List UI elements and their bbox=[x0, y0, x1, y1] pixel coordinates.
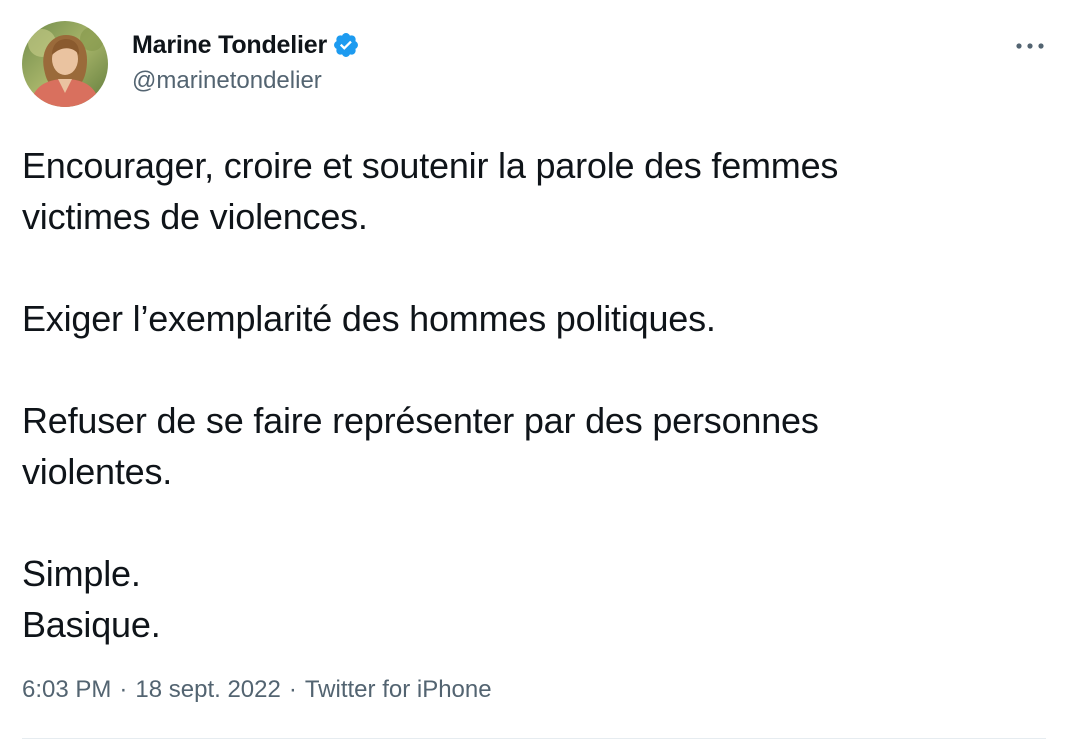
tweet-source[interactable]: Twitter for iPhone bbox=[305, 676, 492, 703]
meta-separator: · bbox=[288, 676, 297, 703]
meta-separator: · bbox=[119, 676, 128, 703]
tweet-time[interactable]: 6:03 PM bbox=[22, 676, 111, 703]
user-handle[interactable]: @marinetondelier bbox=[132, 67, 360, 95]
tweet-date[interactable]: 18 sept. 2022 bbox=[135, 676, 280, 703]
tweet-text: Encourager, croire et soutenir la parole… bbox=[22, 145, 839, 645]
more-options-button[interactable] bbox=[1008, 28, 1052, 64]
author-block: Marine Tondelier @marinetondelier bbox=[132, 29, 360, 95]
tweet-card: Marine Tondelier @marinetondelier Encour… bbox=[0, 0, 1068, 744]
tweet-meta: 6:03 PM · 18 sept. 2022 · Twitter for iPhone bbox=[22, 676, 492, 704]
name-row: Marine Tondelier bbox=[132, 29, 360, 61]
verified-badge-icon bbox=[332, 31, 360, 59]
profile-photo-icon bbox=[22, 21, 108, 107]
avatar[interactable] bbox=[22, 21, 108, 107]
display-name[interactable]: Marine Tondelier bbox=[132, 31, 327, 60]
more-dots-icon bbox=[1016, 43, 1044, 49]
divider bbox=[22, 738, 1046, 739]
